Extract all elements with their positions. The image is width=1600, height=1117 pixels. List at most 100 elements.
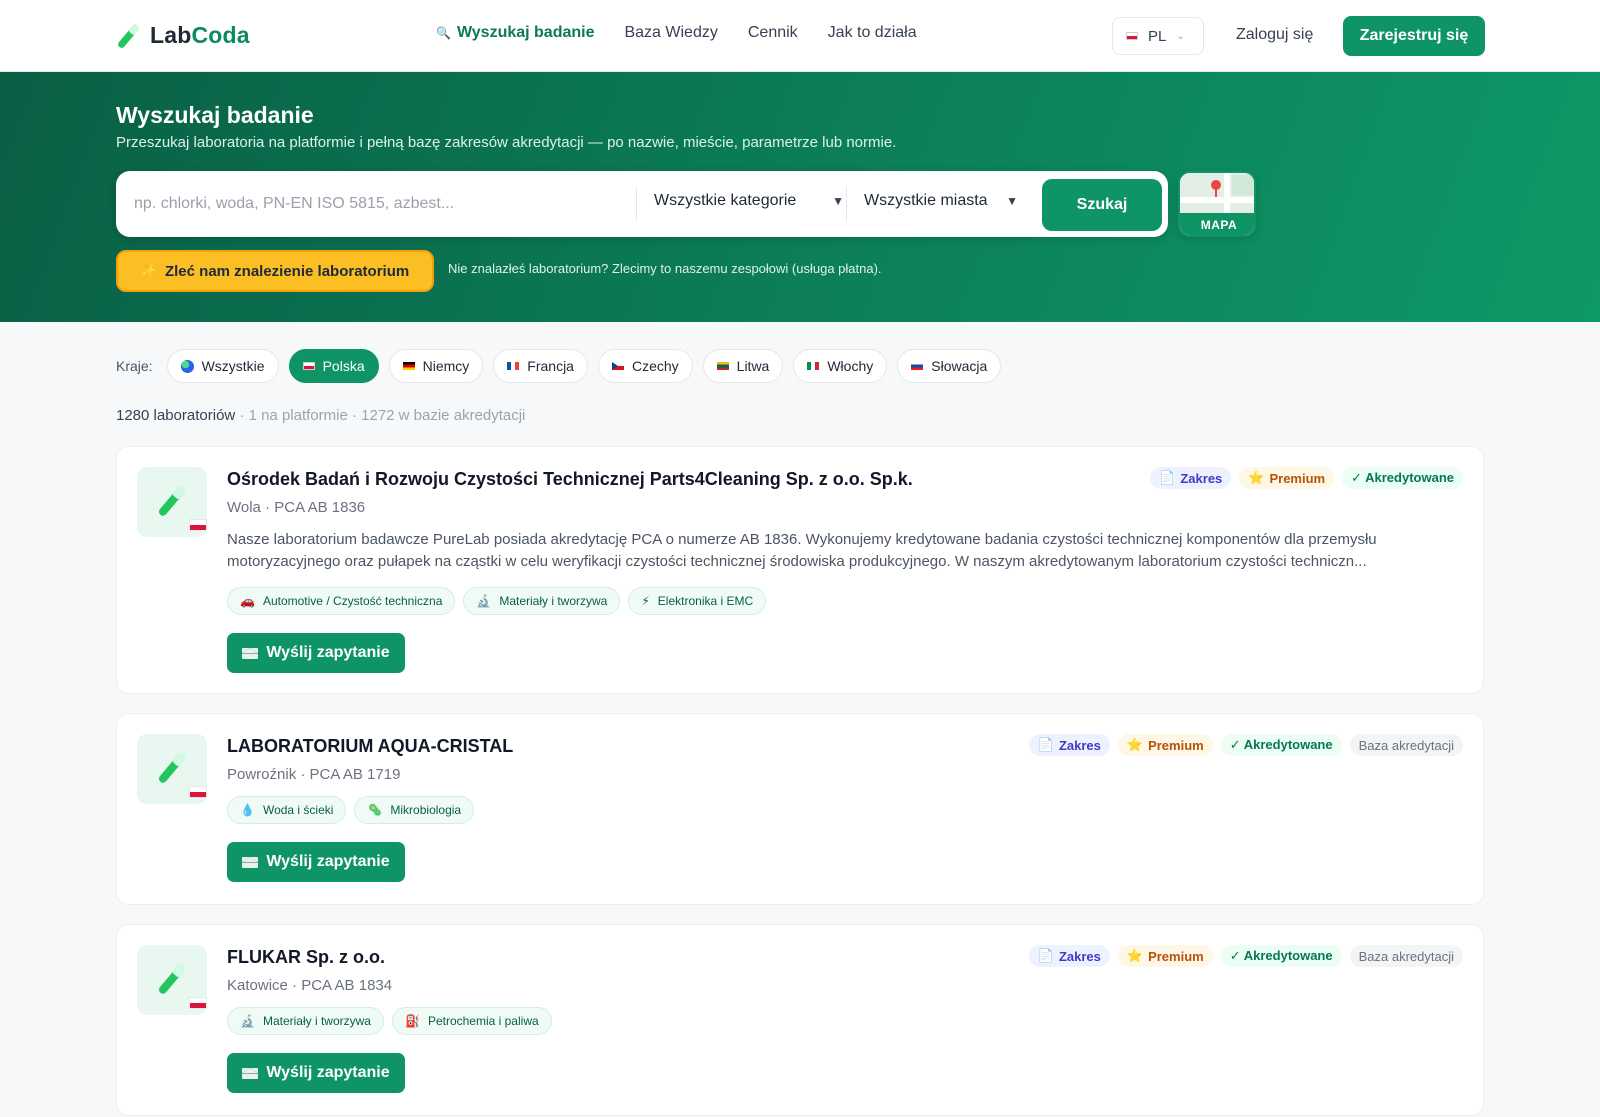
lab-tags: 🔬 Materiały i tworzywa ⛽ Petrochemia i pal… xyxy=(227,1007,552,1035)
chevron-down-icon: ⌄ xyxy=(1176,30,1185,42)
lab-name[interactable]: FLUKAR Sp. z o.o. xyxy=(227,947,385,968)
login-link[interactable]: Zaloguj się xyxy=(1236,26,1313,44)
microscope-icon: 🔬 xyxy=(240,1014,255,1028)
send-inquiry-button[interactable]: Wyślij zapytanie xyxy=(227,1053,405,1093)
results-summary: 1280 laboratoriów · 1 na platformie · 12… xyxy=(116,407,525,424)
accredited-badge: ✓ Akredytowane xyxy=(1220,945,1342,967)
lab-avatar xyxy=(137,734,207,804)
send-inquiry-label: Wyślij zapytanie xyxy=(266,644,390,661)
tag-water[interactable]: 💧 Woda i ścieki xyxy=(227,796,347,824)
premium-badge: ⭐ Premium xyxy=(1117,734,1213,756)
lab-avatar xyxy=(137,945,207,1015)
tag-microbiology[interactable]: 🦠 Mikrobiologia xyxy=(354,796,475,824)
search-button[interactable]: Szukaj xyxy=(1042,179,1162,231)
order-lab-search-button[interactable]: ✨ Zleć nam znalezienie laboratorium xyxy=(116,250,434,292)
country-chip-france[interactable]: Francja xyxy=(493,349,588,383)
send-inquiry-label: Wyślij zapytanie xyxy=(266,1064,390,1081)
country-filter: Kraje: Wszystkie Polska Niemcy Francja C… xyxy=(116,349,1002,383)
lab-name[interactable]: Ośrodek Badań i Rozwoju Czystości Techni… xyxy=(227,469,913,490)
nav-link-knowledge[interactable]: Baza Wiedzy xyxy=(624,24,717,42)
lab-location: Powroźnik · PCA AB 1719 xyxy=(227,766,401,783)
document-icon: 📄 xyxy=(1159,470,1176,485)
cta-note: Nie znalazłeś laboratorium? Zlecimy to n… xyxy=(448,261,882,276)
country-chip-lithuania[interactable]: Litwa xyxy=(702,349,784,383)
poland-flag-icon xyxy=(189,786,207,798)
lab-card[interactable]: FLUKAR Sp. z o.o. Katowice · PCA AB 1834… xyxy=(116,924,1484,1116)
star-icon: ⭐ xyxy=(1126,737,1144,752)
send-inquiry-label: Wyślij zapytanie xyxy=(266,853,390,870)
country-chip-germany[interactable]: Niemcy xyxy=(388,349,484,383)
city-select[interactable]: Wszystkie miasta ▼ xyxy=(864,192,1018,210)
accreditation-database-badge: Baza akredytacji xyxy=(1349,734,1463,756)
tag-automotive[interactable]: 🚗 Automotive / Czystość techniczna xyxy=(227,587,456,615)
page-title: Wyszukaj badanie xyxy=(116,102,314,128)
nav-link-how[interactable]: Jak to działa xyxy=(828,24,917,42)
lab-badges: 📄 Zakres ⭐ Premium ✓ Akredytowane xyxy=(1150,467,1463,489)
divider xyxy=(846,187,847,221)
search-icon: 🔍 xyxy=(436,26,451,40)
map-button[interactable]: MAPA xyxy=(1178,171,1256,237)
search-input[interactable] xyxy=(134,184,634,224)
nav-links: 🔍 Wyszukaj badanie Baza Wiedzy Cennik Jak… xyxy=(436,24,917,42)
register-button[interactable]: Zarejestruj się xyxy=(1343,16,1485,56)
test-tube-icon xyxy=(159,752,186,783)
france-flag-icon xyxy=(507,362,520,370)
accredited-badge: ✓ Akredytowane xyxy=(1342,467,1463,489)
envelope-icon xyxy=(242,856,259,868)
lab-location: Wola · PCA AB 1836 xyxy=(227,499,366,516)
test-tube-icon xyxy=(118,24,140,48)
lab-card[interactable]: LABORATORIUM AQUA-CRISTAL Powroźnik · PC… xyxy=(116,713,1484,905)
countries-label: Kraje: xyxy=(116,358,153,374)
scope-badge[interactable]: 📄 Zakres xyxy=(1028,945,1110,967)
droplet-icon: 💧 xyxy=(240,803,255,817)
chevron-down-icon: ▼ xyxy=(832,194,844,208)
car-icon: 🚗 xyxy=(240,594,255,608)
send-inquiry-button[interactable]: Wyślij zapytanie xyxy=(227,842,405,882)
send-inquiry-button[interactable]: Wyślij zapytanie xyxy=(227,633,405,673)
search-hero: Wyszukaj badanie Przeszukaj laboratoria … xyxy=(0,72,1600,322)
country-chip-slovakia[interactable]: Słowacja xyxy=(897,349,1002,383)
scope-badge[interactable]: 📄 Zakres xyxy=(1028,734,1110,756)
lightning-icon: ⚡ xyxy=(641,594,650,608)
sparkle-icon: ✨ xyxy=(140,263,157,278)
poland-flag-icon xyxy=(302,362,315,370)
star-icon: ⭐ xyxy=(1248,470,1265,485)
envelope-icon xyxy=(242,1067,259,1079)
country-chip-all[interactable]: Wszystkie xyxy=(166,349,279,383)
country-chip-poland[interactable]: Polska xyxy=(288,349,379,383)
search-box: Wszystkie kategorie ▼ Wszystkie miasta ▼… xyxy=(116,171,1168,237)
scope-badge[interactable]: 📄 Zakres xyxy=(1150,467,1232,489)
czechia-flag-icon xyxy=(611,362,624,370)
poland-flag-icon xyxy=(189,997,207,1009)
country-chip-czechia[interactable]: Czechy xyxy=(597,349,693,383)
lithuania-flag-icon xyxy=(716,362,729,370)
poland-flag-icon xyxy=(189,519,207,531)
category-select[interactable]: Wszystkie kategorie ▼ xyxy=(654,192,844,210)
tag-materials[interactable]: 🔬 Materiały i tworzywa xyxy=(227,1007,384,1035)
globe-icon xyxy=(180,359,194,373)
germany-flag-icon xyxy=(402,362,415,370)
lab-card[interactable]: Ośrodek Badań i Rozwoju Czystości Techni… xyxy=(116,446,1484,694)
tag-petrochemistry[interactable]: ⛽ Petrochemia i paliwa xyxy=(391,1007,552,1035)
map-icon xyxy=(1180,173,1254,213)
city-select-value: Wszystkie miasta xyxy=(864,192,988,209)
nav-link-pricing[interactable]: Cennik xyxy=(748,24,798,42)
nav-link-search[interactable]: 🔍 Wyszukaj badanie xyxy=(436,24,594,42)
lab-badges: 📄 Zakres ⭐ Premium ✓ Akredytowane Baza akr… xyxy=(1028,734,1463,756)
logo[interactable]: LabCoda xyxy=(114,20,250,50)
order-lab-search-label: Zleć nam znalezienie laboratorium xyxy=(164,262,410,280)
category-select-value: Wszystkie kategorie xyxy=(654,192,797,209)
lab-tags: 🚗 Automotive / Czystość techniczna 🔬 Mater… xyxy=(227,587,767,615)
tag-electronics[interactable]: ⚡ Elektronika i EMC xyxy=(628,587,767,615)
accreditation-database-badge: Baza akredytacji xyxy=(1349,945,1463,967)
language-select[interactable]: PL ⌄ xyxy=(1112,17,1204,55)
star-icon: ⭐ xyxy=(1126,948,1144,963)
chevron-down-icon: ▼ xyxy=(1006,194,1018,208)
language-label: PL xyxy=(1148,27,1167,45)
map-label: MAPA xyxy=(1180,213,1254,235)
slovakia-flag-icon xyxy=(911,362,924,370)
country-chip-italy[interactable]: Włochy xyxy=(793,349,888,383)
test-tube-icon xyxy=(159,485,186,516)
lab-name[interactable]: LABORATORIUM AQUA-CRISTAL xyxy=(227,736,513,757)
tag-materials[interactable]: 🔬 Materiały i tworzywa xyxy=(463,587,621,615)
